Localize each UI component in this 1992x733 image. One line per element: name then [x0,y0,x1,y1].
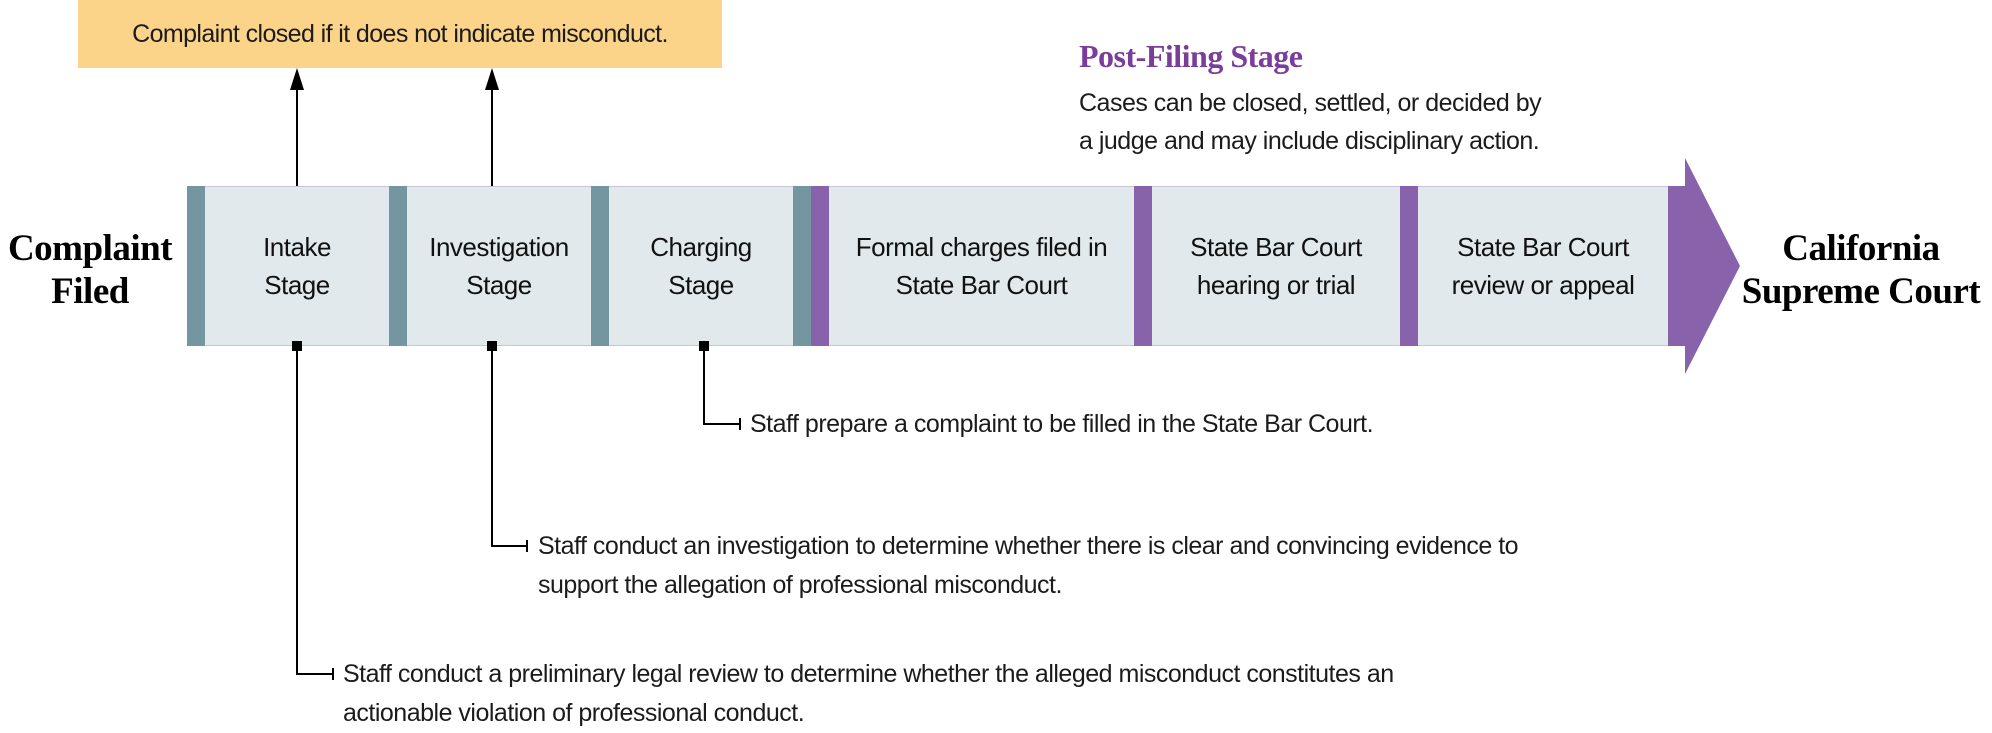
stage-label-line: Stage [264,270,330,300]
stage-label-line: State Bar Court [1457,232,1629,262]
stage-charging: Charging Stage [609,186,793,346]
arrow-up-icon [485,68,499,90]
investigation-note-connector [487,341,528,552]
stage-label-line: Charging [650,232,752,262]
stage-label-line: Intake [263,232,331,262]
stage-label-line: Stage [466,270,532,300]
note-line: Staff conduct an investigation to determ… [538,532,1519,560]
stage-label-line: State Bar Court [1190,232,1362,262]
intake-stage-note: Staff conduct a preliminary legal review… [343,655,1394,733]
note-line: support the allegation of professional m… [538,571,1062,599]
diagram-connectors [290,68,1740,680]
note-line: Staff prepare a complaint to be filled i… [750,410,1374,438]
stage-label-line: Formal charges filed in [855,232,1108,262]
stage-formal-charges: Formal charges filed in State Bar Court [829,186,1134,346]
arrow-up-icon [290,68,304,90]
charging-note-connector [699,341,741,430]
stage-label-line: Investigation [429,232,569,262]
stage-intake: Intake Stage [205,186,389,346]
stage-label-line: State Bar Court [895,270,1068,300]
note-line: Staff conduct a preliminary legal review… [343,660,1394,688]
stage-investigation: Investigation Stage [407,186,591,346]
arrow-head-icon [1668,158,1740,374]
stage-label-line: review or appeal [1451,270,1635,300]
intake-closed-arrow [290,68,304,186]
note-line: actionable violation of professional con… [343,699,805,727]
investigation-closed-arrow [485,68,499,186]
stage-label-line: hearing or trial [1196,270,1356,300]
stage-review-appeal: State Bar Court review or appeal [1418,186,1668,346]
charging-stage-note: Staff prepare a complaint to be filled i… [750,405,1374,444]
stage-hearing-trial: State Bar Court hearing or trial [1152,186,1400,346]
investigation-stage-note: Staff conduct an investigation to determ… [538,527,1519,605]
stage-label-line: Stage [668,270,734,300]
intake-note-connector [292,341,334,680]
